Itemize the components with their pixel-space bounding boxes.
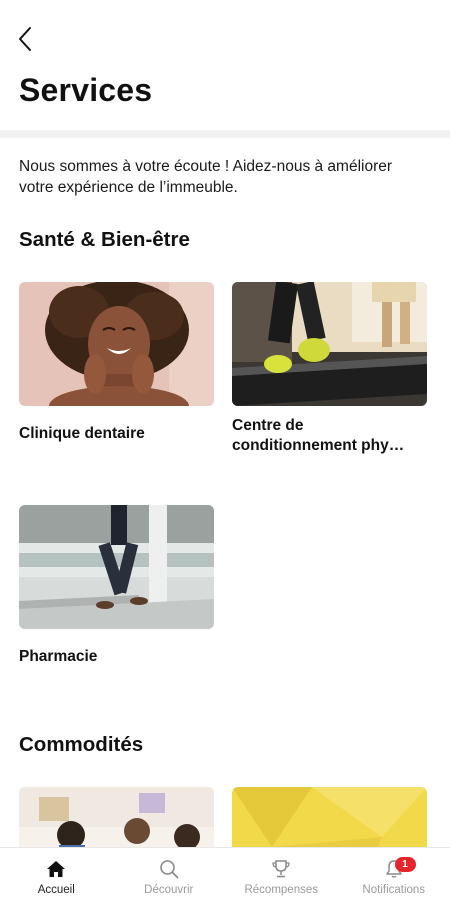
back-button[interactable] [10,22,40,56]
home-icon [45,858,67,880]
fitness-center-image [232,282,427,406]
nav-item-rewards[interactable]: Récompenses [225,848,338,900]
nav-label: Découvrir [144,884,194,896]
search-icon [158,858,180,880]
nav-item-notifications[interactable]: 1 Notifications [338,848,450,900]
card-label: Centre de conditionnement phy… [232,417,405,454]
pharmacy-image [19,505,214,629]
service-card-dental-clinic[interactable]: Clinique dentaire [19,282,214,444]
page-title: Services [19,72,153,108]
intro-text: Nous sommes à votre écoute ! Aidez-nous … [19,158,393,196]
section-title-amenities: Commodités [19,733,144,756]
trophy-icon [270,858,292,880]
service-card-pharmacy[interactable]: Pharmacie [19,505,214,667]
dental-clinic-image [19,282,214,406]
notification-badge: 1 [394,857,416,872]
nav-label: Récompenses [244,884,318,896]
header-divider [0,130,450,138]
bottom-navigation: Accueil Découvrir Récompenses 1 Notifica… [0,847,450,900]
card-label: Clinique dentaire [19,425,145,442]
nav-label: Accueil [37,884,75,896]
section-title-health: Santé & Bien-être [19,228,190,251]
back-arrow-icon [19,27,31,51]
top-bar [0,0,450,70]
card-label: Pharmacie [19,648,98,665]
nav-item-home[interactable]: Accueil [0,848,113,900]
service-card-fitness-center[interactable]: Centre de conditionnement phy… [232,282,427,456]
nav-label: Notifications [362,884,426,896]
nav-item-discover[interactable]: Découvrir [113,848,226,900]
